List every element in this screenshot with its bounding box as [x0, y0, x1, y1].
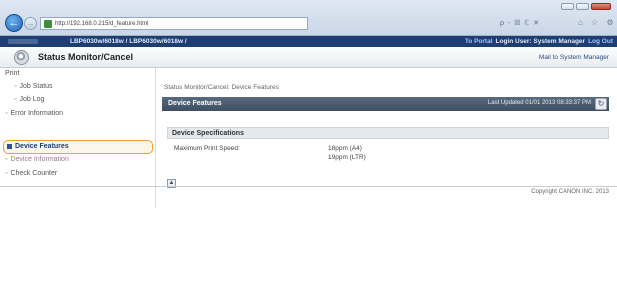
- refresh-button[interactable]: ↻: [595, 98, 607, 110]
- window-controls: [561, 3, 611, 10]
- breadcrumb: Status Monitor/Cancel: Device Features: [164, 84, 279, 91]
- address-url: http://192.168.0.215/d_feature.html: [55, 20, 149, 27]
- close-window-button[interactable]: [591, 3, 611, 10]
- device-path: LBP6030w/6018w / LBP6030w/6018w /: [70, 38, 187, 45]
- footer-divider: [0, 186, 617, 187]
- bullet-icon: ▫: [14, 83, 17, 90]
- mail-to-system-manager-link[interactable]: Mail to System Manager: [539, 54, 609, 61]
- canon-logo-icon: [8, 39, 38, 44]
- bullet-icon: [7, 143, 12, 149]
- sidebar-item-error-information[interactable]: ▫ Error Information: [5, 110, 63, 117]
- status-monitor-icon: [14, 50, 29, 65]
- back-button[interactable]: ←: [5, 14, 23, 32]
- address-tools[interactable]: ρ - ☒ ℂ ✕: [500, 19, 540, 27]
- spec-value-ltr: 19ppm (LTR): [328, 154, 366, 161]
- login-user-label: Login User: System Manager: [495, 38, 586, 45]
- copyright-text: Copyright CANON INC. 2013: [531, 189, 609, 195]
- sidebar-item-label: Device Information: [10, 156, 69, 163]
- spec-value-a4: 18ppm (A4): [328, 145, 362, 152]
- log-out-link[interactable]: Log Out: [588, 38, 613, 45]
- page-title-row: Status Monitor/Cancel Mail to System Man…: [0, 47, 617, 68]
- bullet-icon: ▫: [14, 96, 17, 103]
- user-area: To Portal Login User: System Manager Log…: [465, 38, 613, 45]
- sidebar-item-label: Device Features: [15, 143, 69, 150]
- bullet-icon: ▫: [5, 156, 8, 163]
- page-title: Status Monitor/Cancel: [38, 52, 134, 62]
- sidebar-item-label: Job Log: [19, 96, 45, 103]
- site-favicon-icon: [44, 19, 52, 28]
- sidebar-item-job-log[interactable]: ▫ Job Log: [14, 96, 44, 103]
- maximize-button[interactable]: [576, 3, 589, 10]
- sub-section-header: Device Specifications: [167, 127, 609, 139]
- bullet-icon: ▫: [5, 170, 8, 177]
- section-title: Device Features: [168, 100, 222, 107]
- spec-label: Maximum Print Speed:: [174, 145, 240, 152]
- sidebar: Print ▫ Job Status ▫ Job Log ▫ Error Inform…: [0, 68, 156, 208]
- browser-toolbar-icons[interactable]: ⌂ ☆ ⚙: [578, 18, 617, 27]
- last-updated-text: Last Updated 01/01 2013 08:33:37 PM: [487, 100, 591, 106]
- arrow-left-icon: ←: [8, 17, 20, 29]
- sidebar-item-label: Job Status: [19, 83, 53, 90]
- sidebar-section-print[interactable]: Print: [5, 70, 19, 77]
- minimize-button[interactable]: [561, 3, 574, 10]
- refresh-icon: ↻: [597, 99, 605, 108]
- to-portal-link[interactable]: To Portal: [465, 38, 493, 45]
- address-bar[interactable]: http://192.168.0.215/d_feature.html: [40, 17, 308, 30]
- app-header-band: LBP6030w/6018w / LBP6030w/6018w / To Por…: [0, 36, 617, 47]
- sidebar-item-label: Error Information: [10, 110, 64, 117]
- section-header: Device Features Last Updated 01/01 2013 …: [162, 97, 609, 111]
- bullet-icon: ▫: [5, 110, 8, 117]
- sidebar-item-job-status[interactable]: ▫ Job Status: [14, 83, 53, 90]
- sidebar-item-device-information[interactable]: ▫ Device Information: [5, 156, 69, 163]
- sidebar-item-check-counter[interactable]: ▫ Check Counter: [5, 170, 57, 177]
- sidebar-item-device-features[interactable]: Device Features: [7, 143, 69, 150]
- sub-section-title: Device Specifications: [172, 130, 244, 137]
- arrow-right-icon: →: [26, 19, 35, 28]
- browser-chrome: ← → http://192.168.0.215/d_feature.html …: [0, 0, 617, 36]
- forward-button[interactable]: →: [24, 17, 37, 30]
- sidebar-item-label: Check Counter: [10, 170, 58, 177]
